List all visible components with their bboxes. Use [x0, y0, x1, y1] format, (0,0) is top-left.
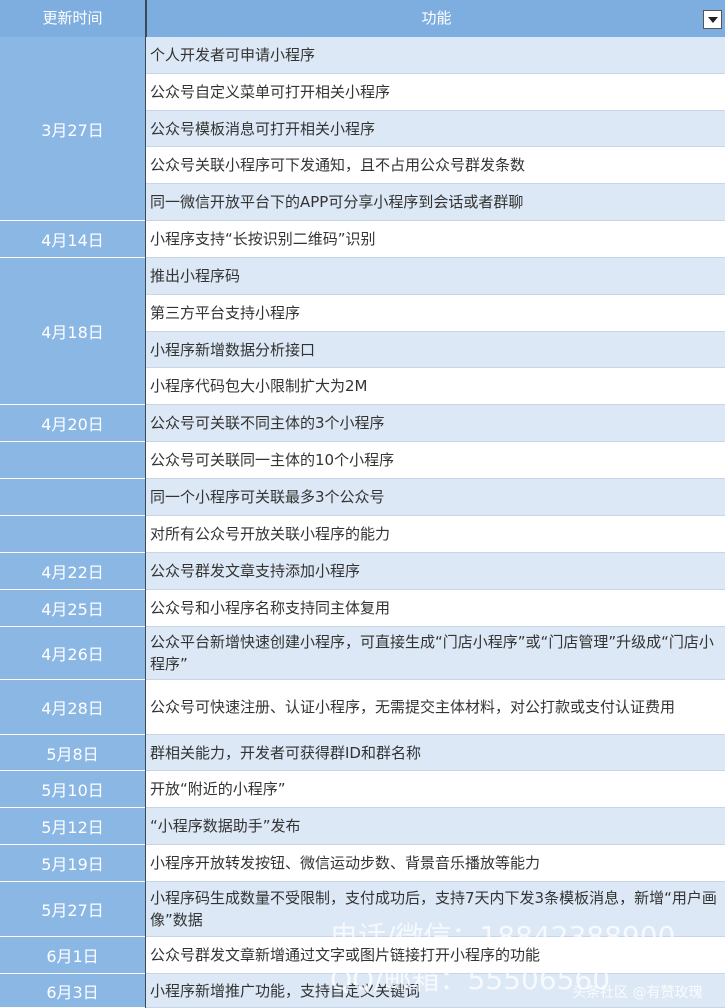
table-row: 公众号群发文章新增通过文字或图片链接打开小程序的功能: [146, 937, 725, 974]
date-cell: 5月19日: [0, 845, 145, 882]
table-row: 第三方平台支持小程序: [146, 295, 725, 332]
table-row: 小程序支持“长按识别二维码”识别: [146, 221, 725, 258]
table-row: 公众号群发文章支持添加小程序: [146, 553, 725, 590]
table-row: “小程序数据助手”发布: [146, 808, 725, 845]
table-row: 小程序开放转发按钮、微信运动步数、背景音乐播放等能力: [146, 845, 725, 882]
date-cell: 6月3日: [0, 974, 145, 1008]
date-cell: [0, 516, 145, 553]
date-cell: 6月1日: [0, 937, 145, 974]
date-cell: 5月10日: [0, 771, 145, 808]
function-column: 个人开发者可申请小程序 公众号自定义菜单可打开相关小程序 公众号模板消息可打开相…: [146, 37, 725, 1008]
table-row: 群相关能力，开发者可获得群ID和群名称: [146, 735, 725, 771]
table-header: 更新时间 功能: [0, 0, 725, 37]
table-row: 开放“附近的小程序”: [146, 771, 725, 808]
date-cell: 4月14日: [0, 221, 145, 258]
date-cell: [0, 442, 145, 479]
table-row: 同一微信开放平台下的APP可分享小程序到会话或者群聊: [146, 184, 725, 221]
filter-dropdown-icon[interactable]: [703, 10, 722, 29]
table-row: 公众号可关联同一主体的10个小程序: [146, 442, 725, 479]
date-cell: 4月22日: [0, 553, 145, 590]
table-row: 公众号关联小程序可下发通知，且不占用公众号群发条数: [146, 147, 725, 184]
table-row: 同一个小程序可关联最多3个公众号: [146, 479, 725, 516]
date-cell: 5月27日: [0, 882, 145, 937]
table-row: 公众号可关联不同主体的3个小程序: [146, 405, 725, 442]
table-row: 小程序代码包大小限制扩大为2M: [146, 368, 725, 405]
date-cell: [0, 479, 145, 516]
date-cell: 5月8日: [0, 735, 145, 771]
date-cell: 4月25日: [0, 590, 145, 627]
date-cell: 4月26日: [0, 627, 145, 680]
table-row: 小程序新增数据分析接口: [146, 332, 725, 368]
header-function-label: 功能: [146, 0, 725, 37]
table-row: 公众号可快速注册、认证小程序，无需提交主体材料，对公打款或支付认证费用: [146, 680, 725, 735]
update-log-table: 更新时间 功能 3月27日 4月14日 4月18日 4月20日 4月22日 4月…: [0, 0, 725, 1008]
date-cell: 4月18日: [0, 258, 145, 405]
table-row: 公众号模板消息可打开相关小程序: [146, 111, 725, 147]
table-row: 公众号和小程序名称支持同主体复用: [146, 590, 725, 627]
date-cell: 4月20日: [0, 405, 145, 442]
date-cell: 5月12日: [0, 808, 145, 845]
table-row: 小程序新增推广功能，支持自定义关键词: [146, 974, 725, 1008]
date-column: 3月27日 4月14日 4月18日 4月20日 4月22日 4月25日 4月26…: [0, 37, 145, 1008]
table-row: 推出小程序码: [146, 258, 725, 295]
table-row: 对所有公众号开放关联小程序的能力: [146, 516, 725, 553]
table-row: 个人开发者可申请小程序: [146, 37, 725, 74]
date-cell: 3月27日: [0, 37, 145, 221]
table-row: 公众平台新增快速创建小程序，可直接生成“门店小程序”或“门店管理”升级成“门店小…: [146, 627, 725, 680]
date-cell: 4月28日: [0, 680, 145, 735]
header-date-label: 更新时间: [42, 9, 103, 27]
table-row: 小程序码生成数量不受限制，支付成功后，支持7天内下发3条模板消息，新增“用户画像…: [146, 882, 725, 937]
table-row: 公众号自定义菜单可打开相关小程序: [146, 74, 725, 111]
